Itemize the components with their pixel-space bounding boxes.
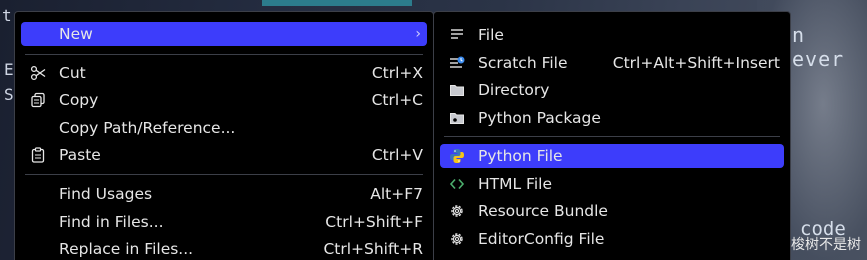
menu-item-shortcut: Ctrl+Shift+F [325,213,423,231]
submenu-item-scratch-file[interactable]: Scratch File Ctrl+Alt+Shift+Insert [440,51,784,75]
menu-item-shortcut: Alt+F7 [370,185,423,203]
menu-item-cut[interactable]: Cut Ctrl+X [21,61,427,85]
file-lines-icon [444,27,470,43]
menu-item-label: Replace in Files... [59,240,194,258]
menu-item-label: Directory [478,81,550,99]
submenu-item-python-file[interactable]: Python File [440,144,784,168]
menu-item-label: Resource Bundle [478,202,608,220]
menu-item-label: Cut [59,64,86,82]
copy-icon [25,92,51,108]
menu-item-label: Python File [478,147,563,165]
submenu-item-html-file[interactable]: HTML File [440,172,784,196]
submenu-item-directory[interactable]: Directory [440,78,784,102]
menu-item-find-in-files[interactable]: Find in Files... Ctrl+Shift+F [21,210,427,234]
menu-item-label: Copy [59,91,99,109]
background-code-text: n ever [792,23,845,71]
menu-item-label: New [59,25,93,43]
background-editor-fragment: E [4,60,14,79]
background-tab-indicator [262,0,412,6]
background-editor-fragment: S [4,85,14,104]
menu-item-copy[interactable]: Copy Ctrl+C [21,88,427,112]
clipboard-icon [25,147,51,163]
menu-item-shortcut: Ctrl+Shift+R [323,240,423,258]
menu-item-paste[interactable]: Paste Ctrl+V [21,143,427,167]
menu-item-label: File [478,26,504,44]
menu-item-shortcut: Ctrl+Alt+Shift+Insert [612,54,780,72]
folder-icon [444,82,470,98]
menu-item-label: Find in Files... [59,213,164,231]
menu-item-label: Scratch File [478,54,568,72]
submenu-item-python-package[interactable]: Python Package [440,106,784,130]
submenu-item-editorconfig-file[interactable]: EditorConfig File [440,227,784,251]
menu-item-replace-in-files[interactable]: Replace in Files... Ctrl+Shift+R [21,237,427,260]
menu-item-new[interactable]: New › [21,22,427,46]
menu-separator [25,54,423,55]
submenu-item-file[interactable]: File [440,23,784,47]
submenu-item-resource-bundle[interactable]: Resource Bundle [440,199,784,223]
menu-item-label: Find Usages [59,185,153,203]
menu-item-label: HTML File [478,175,552,193]
scratch-file-icon [444,55,470,71]
menu-separator [25,174,423,175]
gear-icon [444,203,470,219]
context-menu: New › Cut Ctrl+X Copy Ctrl+C Copy Path/R… [14,11,434,260]
menu-item-shortcut: Ctrl+X [371,64,423,82]
html-brackets-icon [444,176,470,192]
background-editor-fragment: t [2,6,12,25]
menu-item-label: Python Package [478,109,601,127]
new-submenu: File Scratch File Ctrl+Alt+Shift+Insert … [433,11,791,260]
menu-item-find-usages[interactable]: Find Usages Alt+F7 [21,182,427,206]
menu-separator [444,136,780,137]
package-folder-icon [444,110,470,126]
gear-icon [444,231,470,247]
menu-item-label: Paste [59,146,101,164]
menu-item-copy-path[interactable]: Copy Path/Reference... [21,116,427,140]
menu-item-label: Copy Path/Reference... [59,119,236,137]
python-icon [444,148,470,164]
menu-item-shortcut: Ctrl+C [371,91,423,109]
scissors-icon [25,65,51,81]
menu-item-shortcut: Ctrl+V [371,146,423,164]
submenu-arrow-icon: › [415,26,421,42]
menu-item-label: EditorConfig File [478,230,605,248]
